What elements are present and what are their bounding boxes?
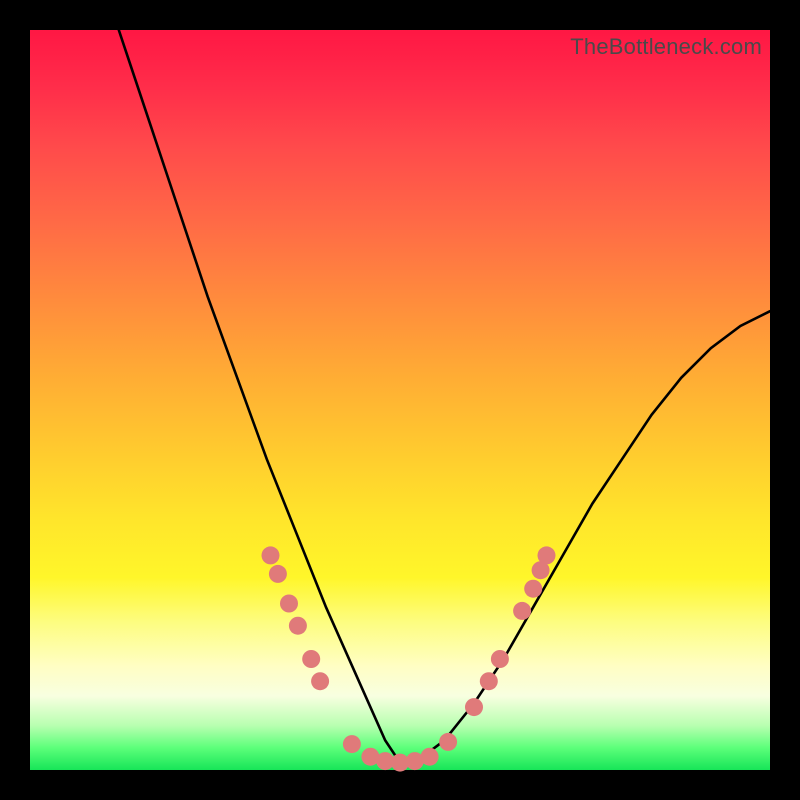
plot-area: TheBottleneck.com xyxy=(30,30,770,770)
chart-frame: TheBottleneck.com xyxy=(0,0,800,800)
curve-marker xyxy=(513,602,531,620)
curve-marker xyxy=(480,672,498,690)
curve-marker xyxy=(538,546,556,564)
marker-group xyxy=(262,546,556,771)
curve-marker xyxy=(302,650,320,668)
curve-marker xyxy=(439,733,457,751)
curve-marker xyxy=(262,546,280,564)
curve-marker xyxy=(343,735,361,753)
curve-marker xyxy=(465,698,483,716)
curve-marker xyxy=(524,580,542,598)
curve-marker xyxy=(289,617,307,635)
curve-marker xyxy=(491,650,509,668)
curve-layer xyxy=(30,30,770,770)
curve-marker xyxy=(421,748,439,766)
bottleneck-curve xyxy=(119,30,770,763)
curve-marker xyxy=(269,565,287,583)
curve-marker xyxy=(311,672,329,690)
curve-marker xyxy=(280,595,298,613)
